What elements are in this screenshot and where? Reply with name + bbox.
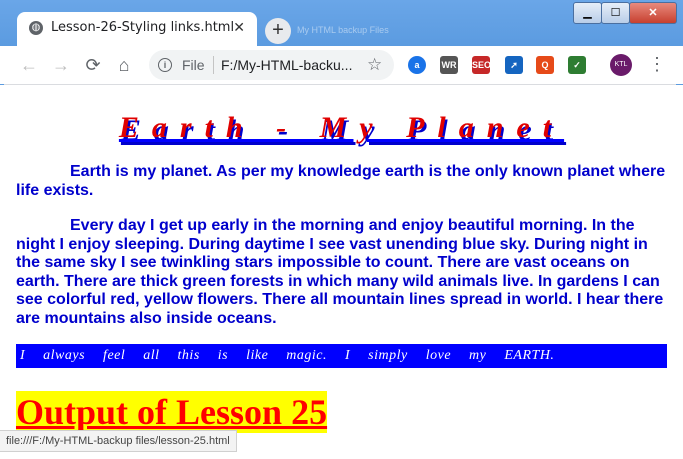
paragraph-daily: Every day I get up early in the morning …	[16, 217, 664, 327]
share-extension-icon[interactable]: ➚	[505, 56, 523, 74]
check-extension-icon[interactable]: ✓	[568, 56, 586, 74]
accessibility-extension-icon[interactable]: a	[408, 56, 426, 74]
paragraph-intro: Earth is my planet. As per my knowledge …	[16, 163, 666, 199]
page-content: Earth - My Planet Earth is my planet. As…	[0, 85, 683, 459]
maximize-button[interactable]: ☐	[601, 2, 630, 24]
status-bar-url: file:///F:/My-HTML-backup files/lesson-2…	[0, 430, 237, 452]
url-scheme-label: File	[182, 57, 205, 73]
browser-toolbar: ← → ⟳ ⌂ i File F:/My-HTML-backu... ☆ a WR…	[0, 46, 683, 85]
tab-title: Lesson-26-Styling links.html	[51, 20, 235, 35]
tab-close-icon[interactable]: ✕	[233, 19, 245, 36]
minimize-button[interactable]: ▁	[573, 2, 602, 24]
seo-extension-icon[interactable]: SEO	[472, 56, 491, 74]
reload-button[interactable]: ⟳	[82, 54, 104, 76]
quick-extension-icon[interactable]: Q	[536, 56, 554, 74]
info-icon[interactable]: i	[158, 58, 172, 72]
bookmark-star-icon[interactable]: ☆	[367, 55, 382, 75]
url-text[interactable]: F:/My-HTML-backu...	[221, 57, 352, 73]
wr-extension-icon[interactable]: WR	[440, 56, 458, 74]
back-button[interactable]: ←	[18, 54, 40, 76]
page-heading: Earth - My Planet	[118, 111, 565, 144]
new-tab-button[interactable]: +	[265, 18, 291, 44]
close-window-button[interactable]: ✕	[629, 2, 677, 24]
magic-banner: I always feel all this is like magic. I …	[16, 344, 667, 368]
output-lesson-link[interactable]: Output of Lesson 25	[16, 391, 328, 433]
globe-icon: ◍	[29, 21, 43, 35]
profile-avatar[interactable]: KTL	[610, 54, 632, 76]
address-separator	[213, 56, 214, 74]
forward-button[interactable]: →	[50, 54, 72, 76]
address-bar[interactable]: i File F:/My-HTML-backu... ☆	[149, 50, 394, 80]
browser-menu-icon[interactable]: ⋮	[648, 54, 666, 75]
ghost-tab-title: My HTML backup Files	[297, 25, 389, 35]
title-bar: ◍ Lesson-26-Styling links.html ✕ + My HT…	[0, 0, 683, 46]
browser-tab[interactable]: ◍ Lesson-26-Styling links.html ✕	[17, 12, 257, 46]
home-button[interactable]: ⌂	[113, 54, 135, 76]
